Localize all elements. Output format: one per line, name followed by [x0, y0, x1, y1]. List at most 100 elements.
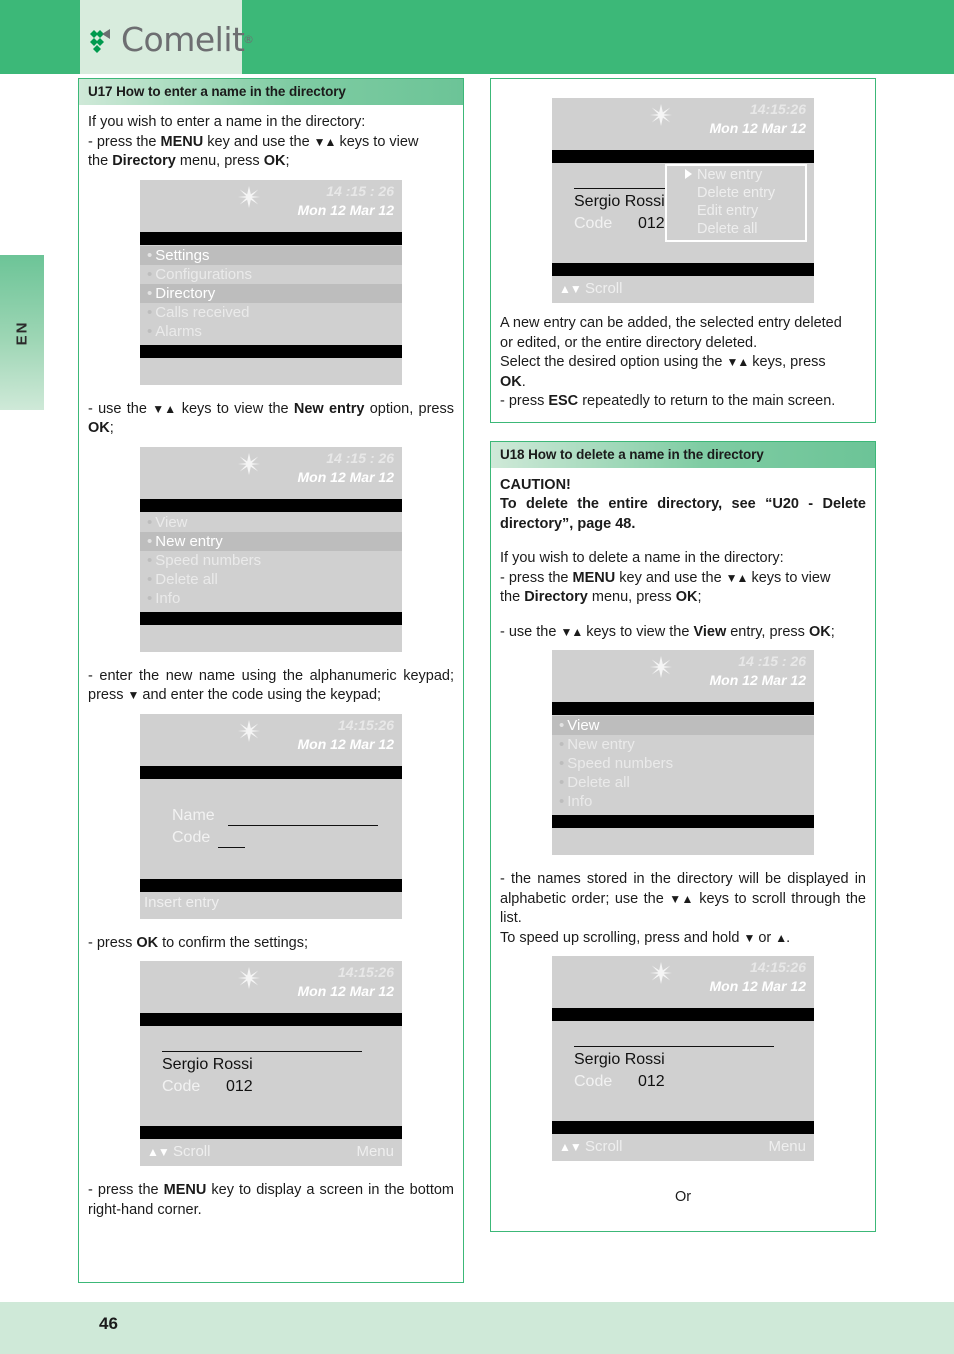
lcd-menu-item-label: View — [155, 513, 188, 531]
u17-intro-line2b: key and use the — [203, 133, 314, 150]
caution-label: CAUTION! — [500, 476, 571, 493]
section-u17-continued: 14:15:26 Mon 12 Mar 12 Sergio Rossi Code… — [490, 78, 876, 423]
section-u17: U17 How to enter a name in the directory… — [78, 78, 464, 1283]
lcd-time: 14:15:26 — [749, 101, 806, 117]
u17r-line1: A new entry can be added, the selected e… — [500, 315, 842, 331]
code-field-input[interactable] — [218, 846, 245, 848]
lcd-menu-item[interactable]: • Info — [140, 589, 402, 608]
lcd-menu-softkey[interactable]: Menu — [768, 1138, 806, 1155]
u17-ok-key: OK — [263, 153, 286, 169]
popup-menu-item[interactable]: Delete all — [667, 220, 805, 238]
lcd-menu-item[interactable]: • Settings — [140, 245, 402, 265]
lcd-menu-item[interactable]: • Delete all — [140, 570, 402, 589]
lcd-menu-item[interactable]: • Configurations — [140, 265, 402, 284]
u17-step2d: ; — [109, 420, 114, 436]
lcd-menu-item-selected[interactable]: • Directory — [140, 283, 402, 303]
lcd-menu-item[interactable]: • View — [140, 513, 402, 532]
lcd-divider-top — [140, 1013, 402, 1026]
lcd-menu-item[interactable]: • Info — [552, 792, 814, 811]
u17-menu-key: MENU — [160, 133, 204, 150]
lcd-time: 14 :15 : 26 — [326, 449, 394, 466]
sun-star-icon — [238, 185, 260, 208]
name-field-label: Name — [172, 806, 215, 824]
lcd-scroll-hint[interactable]: ▲▼ Scroll — [559, 1138, 622, 1155]
lcd-menu-item[interactable]: • New entry — [552, 735, 814, 754]
lcd-time: 14:15:26 — [749, 959, 806, 975]
u18-step2c: entry, press — [726, 623, 809, 640]
lcd-screen-entry-saved: 14:15:26 Mon 12 Mar 12 Sergio Rossi Code… — [140, 961, 402, 1166]
name-field-input[interactable] — [228, 824, 378, 826]
lcd-date: Mon 12 Mar 12 — [297, 468, 394, 485]
u17r-esc-key: ESC — [548, 393, 579, 409]
updown-arrows-icon: ▼▲ — [669, 891, 695, 906]
lcd-menu-item-label: Configurations — [155, 265, 252, 283]
context-popup-menu: New entry Delete entry Edit entry Delete… — [665, 164, 807, 242]
lcd-menu-item[interactable]: • Calls received — [140, 303, 402, 322]
u18-step4c: . — [786, 929, 791, 946]
bullet-icon: • — [147, 570, 153, 588]
popup-menu-item-selected[interactable]: New entry — [667, 166, 805, 184]
lcd-divider-top — [552, 1008, 814, 1021]
bullet-icon: • — [559, 717, 565, 734]
lcd-status-bar: 14 :15 : 26 Mon 12 Mar 12 — [140, 447, 402, 499]
lcd-divider-bottom — [552, 815, 814, 828]
u17r-line3b: keys, press — [748, 354, 826, 370]
lcd-menu-item[interactable]: • Speed numbers — [140, 551, 402, 570]
logo-wordmark: Comelit ® — [121, 23, 254, 57]
lcd-date: Mon 12 Mar 12 — [709, 672, 806, 688]
entry-name-value: Sergio Rossi — [574, 1051, 665, 1068]
lcd-scroll-hint[interactable]: ▲▼ Scroll — [559, 280, 622, 297]
down-arrow-icon: ▼ — [743, 930, 755, 945]
section-u17-cont-body: 14:15:26 Mon 12 Mar 12 Sergio Rossi Code… — [491, 79, 875, 422]
document-page: Comelit ® EN U17 How to enter a name in … — [0, 0, 954, 1354]
bullet-icon: • — [147, 265, 153, 283]
lcd-menu-item-label: Directory — [155, 284, 216, 302]
lcd-menu-item-label: New entry — [567, 736, 635, 753]
lcd-menu-item[interactable]: • Alarms — [140, 322, 402, 341]
lcd-footer-area: Insert entry — [140, 892, 402, 932]
u17-step2-paragraph: - use the ▼▲ keys to view the New entry … — [88, 400, 454, 439]
u18-step2d: ; — [830, 623, 835, 640]
popup-menu-item-label: Delete entry — [697, 185, 776, 201]
u18-step2-paragraph: - use the ▼▲ keys to view the View entry… — [500, 623, 866, 643]
lcd-scroll-hint[interactable]: ▲▼ Scroll — [147, 1143, 210, 1160]
lcd-content-area: • View • New entry • Speed numbers • Delete … — [552, 715, 814, 815]
lcd-footer-area: ▲▼ Scroll Menu — [140, 1139, 402, 1179]
lcd-menu-item[interactable]: • Speed numbers — [552, 754, 814, 773]
or-separator-text: Or — [674, 1189, 692, 1205]
lcd-menu-item-label: Info — [155, 589, 181, 607]
u17-step5-paragraph: - press the MENU key to display a screen… — [88, 1181, 454, 1220]
lcd-menu-item-label: Info — [567, 793, 593, 810]
entry-code-value: 012 — [638, 215, 665, 232]
bullet-icon: • — [147, 284, 153, 302]
lcd-menu-item[interactable]: • Delete all — [552, 773, 814, 792]
bullet-icon: • — [559, 774, 565, 791]
lcd-screen-insert-entry: 14:15:26 Mon 12 Mar 12 Name Code Insert … — [140, 713, 402, 919]
u18-caution-paragraph: CAUTION! To delete the entire directory,… — [500, 476, 866, 535]
lcd-screen-main-menu: 14 :15 : 26 Mon 12 Mar 12 • Settings • Con… — [140, 179, 402, 385]
u17-step5a: - press the — [88, 1182, 164, 1198]
popup-menu-item[interactable]: Delete entry — [667, 184, 805, 202]
sun-star-icon — [650, 104, 672, 126]
lcd-date: Mon 12 Mar 12 — [709, 120, 806, 136]
lcd-menu-softkey[interactable]: Menu — [356, 1143, 394, 1160]
u17-intro-line2a: - press the — [88, 133, 161, 150]
lcd-time: 14 :15 : 26 — [326, 182, 394, 199]
lcd-scroll-label: Scroll — [584, 1138, 623, 1155]
u17r-ok-key: OK — [500, 373, 522, 390]
popup-menu-item[interactable]: Edit entry — [667, 202, 805, 220]
lcd-menu-item-selected[interactable]: • View — [552, 716, 814, 735]
u17-right-paragraph: A new entry can be added, the selected e… — [500, 314, 866, 412]
u17-step4a: - press — [88, 934, 137, 951]
lcd-menu-item-label: Calls received — [155, 303, 250, 321]
entry-code-value: 012 — [638, 1073, 665, 1090]
entry-code-value: 012 — [226, 1078, 253, 1095]
lcd-content-area: • View • New entry • Speed numbers • Delete … — [140, 512, 402, 612]
sun-star-icon — [238, 719, 260, 742]
u17-intro-line3b: menu, press — [175, 153, 264, 169]
bullet-icon: • — [147, 551, 153, 569]
entry-separator — [574, 1046, 774, 1047]
u17-intro-line1: If you wish to enter a name in the direc… — [88, 114, 366, 130]
u18-step2b: keys to view the — [582, 623, 694, 640]
lcd-menu-item-selected[interactable]: • New entry — [140, 531, 402, 551]
